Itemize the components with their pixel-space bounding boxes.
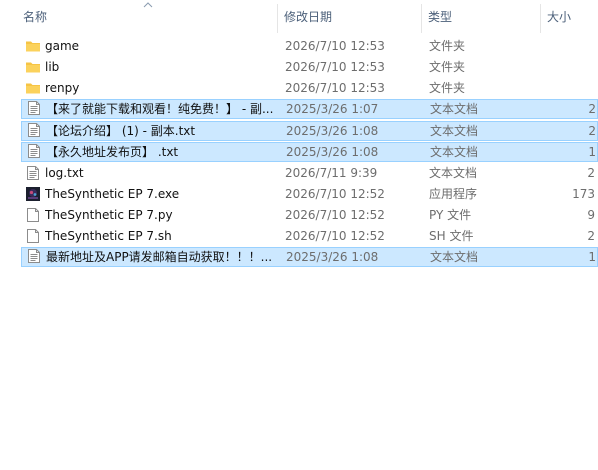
file-row[interactable]: game 2026/7/10 12:53 文件夹	[21, 36, 598, 56]
column-header-type[interactable]: 类型	[422, 0, 540, 35]
file-row[interactable]: renpy 2026/7/10 12:53 文件夹	[21, 78, 598, 98]
file-modified-date: 2025/3/26 1:07	[286, 102, 379, 116]
file-type: PY 文件	[429, 208, 472, 222]
sort-ascending-icon	[143, 2, 153, 8]
file-size: 2	[587, 166, 595, 180]
file-modified-date: 2025/3/26 1:08	[286, 145, 379, 159]
folder-icon	[25, 38, 41, 54]
file-modified-date: 2025/3/26 1:08	[286, 250, 379, 264]
file-name: TheSynthetic EP 7.sh	[45, 229, 172, 243]
file-type: 文本文档	[430, 250, 479, 264]
text-file-icon	[26, 143, 42, 159]
text-file-icon	[26, 122, 42, 138]
file-name: log.txt	[45, 166, 84, 180]
file-type: SH 文件	[429, 229, 474, 243]
column-header-modified[interactable]: 修改日期	[278, 0, 421, 35]
file-name: renpy	[45, 81, 80, 95]
file-size: 2	[587, 229, 595, 243]
file-icon-cell	[26, 142, 42, 162]
file-type: 文件夹	[429, 81, 466, 95]
file-icon-cell	[25, 163, 41, 183]
file-size	[547, 57, 595, 77]
file-row[interactable]: TheSynthetic EP 7.sh 2026/7/10 12:52 SH 文件…	[21, 226, 598, 246]
column-header-size[interactable]: 大小	[541, 0, 598, 35]
file-name: 最新地址及APP请发邮箱自动获取！！！...	[46, 250, 273, 264]
column-header-size-label: 大小	[547, 10, 572, 24]
file-type: 文本文档	[430, 145, 479, 159]
file-name: TheSynthetic EP 7.py	[45, 208, 173, 222]
file-icon-cell	[26, 247, 42, 267]
file-row[interactable]: log.txt 2026/7/11 9:39 文本文档 2	[21, 163, 598, 183]
file-name: 【永久地址发布页】 .txt	[46, 145, 179, 159]
file-modified-date: 2026/7/11 9:39	[285, 166, 378, 180]
column-header-bar: 名称 修改日期 类型 大小	[0, 0, 598, 35]
file-modified-date: 2025/3/26 1:08	[286, 124, 379, 138]
file-row[interactable]: 最新地址及APP请发邮箱自动获取！！！... 2025/3/26 1:08 文本文档…	[21, 247, 598, 267]
app-exe-icon	[25, 186, 41, 202]
file-type: 文本文档	[430, 102, 479, 116]
text-file-icon	[25, 165, 41, 181]
file-icon-cell	[25, 57, 41, 77]
file-modified-date: 2026/7/10 12:53	[285, 81, 385, 95]
blank-file-icon	[25, 207, 41, 223]
file-size: 1	[588, 145, 596, 159]
file-type: 文本文档	[429, 166, 478, 180]
file-name: 【来了就能下载和观看！纯免费！】 - 副...	[46, 102, 274, 116]
folder-icon	[25, 80, 41, 96]
file-row[interactable]: TheSynthetic EP 7.exe 2026/7/10 12:52 应用程序…	[21, 184, 598, 204]
file-row[interactable]: 【来了就能下载和观看！纯免费！】 - 副... 2025/3/26 1:07 文本文…	[21, 99, 598, 119]
file-size	[547, 36, 595, 56]
file-size: 173	[572, 187, 595, 201]
file-modified-date: 2026/7/10 12:52	[285, 187, 385, 201]
file-name: 【论坛介绍】 (1) - 副本.txt	[46, 124, 196, 138]
file-size: 9	[587, 208, 595, 222]
file-row[interactable]: 【论坛介绍】 (1) - 副本.txt 2025/3/26 1:08 文本文档 2	[21, 121, 598, 141]
file-icon-cell	[25, 78, 41, 98]
file-type: 应用程序	[429, 187, 478, 201]
file-size: 1	[588, 250, 596, 264]
file-row[interactable]: TheSynthetic EP 7.py 2026/7/10 12:52 PY 文件…	[21, 205, 598, 225]
column-header-modified-label: 修改日期	[284, 10, 333, 24]
file-icon-cell	[25, 36, 41, 56]
blank-file-icon	[25, 228, 41, 244]
file-name: TheSynthetic EP 7.exe	[45, 187, 180, 201]
file-modified-date: 2026/7/10 12:52	[285, 208, 385, 222]
file-icon-cell	[25, 205, 41, 225]
text-file-icon	[26, 248, 42, 264]
file-icon-cell	[25, 184, 41, 204]
file-name: game	[45, 39, 80, 53]
file-type: 文件夹	[429, 60, 466, 74]
column-header-name-label: 名称	[23, 10, 48, 24]
file-icon-cell	[25, 226, 41, 246]
file-modified-date: 2026/7/10 12:53	[285, 60, 385, 74]
file-size: 2	[588, 102, 596, 116]
column-header-type-label: 类型	[428, 10, 453, 24]
file-icon-cell	[26, 99, 42, 119]
file-row[interactable]: 【永久地址发布页】 .txt 2025/3/26 1:08 文本文档 1	[21, 142, 598, 162]
file-size: 2	[588, 124, 596, 138]
text-file-icon	[26, 100, 42, 116]
file-icon-cell	[26, 121, 42, 141]
file-type: 文件夹	[429, 39, 466, 53]
file-modified-date: 2026/7/10 12:52	[285, 229, 385, 243]
folder-icon	[25, 59, 41, 75]
file-name: lib	[45, 60, 60, 74]
file-type: 文本文档	[430, 124, 479, 138]
file-row[interactable]: lib 2026/7/10 12:53 文件夹	[21, 57, 598, 77]
file-modified-date: 2026/7/10 12:53	[285, 39, 385, 53]
file-size	[547, 78, 595, 98]
